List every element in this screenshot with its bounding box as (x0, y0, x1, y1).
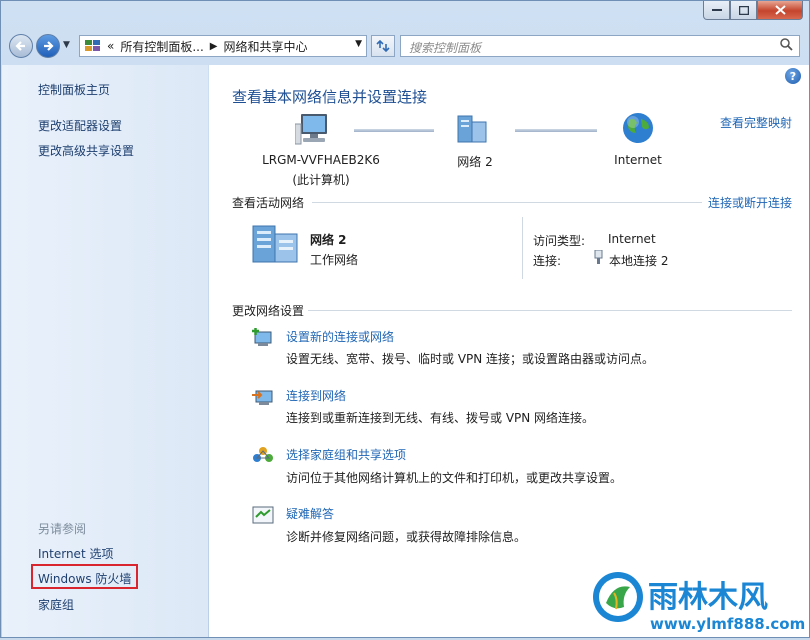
network-label: 网络 2 (457, 155, 493, 169)
back-arrow-icon (15, 41, 25, 51)
active-networks-heading: 查看活动网络 (232, 196, 305, 210)
local-connection-link[interactable]: 本地连接 2 (609, 252, 668, 269)
connection-line-1 (354, 129, 434, 132)
refresh-icon (376, 40, 390, 52)
homegroup-sharing-desc: 访问位于其他网络计算机上的文件和打印机，或更改共享设置。 (286, 471, 623, 485)
breadcrumb-network-sharing-center[interactable]: 网络和共享中心 (224, 38, 308, 55)
minimize-icon (711, 9, 722, 11)
watermark-logo: 雨林木风 www.ylmf888.com (592, 569, 807, 637)
network-building-icon (252, 225, 298, 263)
setup-connection-link[interactable]: 设置新的连接或网络 (286, 328, 394, 345)
search-input[interactable]: 搜索控制面板 (400, 35, 800, 57)
breadcrumb-overflow[interactable]: « (107, 39, 114, 53)
connect-to-network-link[interactable]: 连接到网络 (286, 387, 346, 404)
title-bar (1, 1, 809, 29)
active-networks-divider (312, 202, 702, 203)
change-settings-heading: 更改网络设置 (232, 304, 305, 318)
address-bar[interactable]: « 所有控制面板... ▶ 网络和共享中心 ▼ (79, 35, 367, 57)
sidebar-item-internet-options[interactable]: Internet 选项 (38, 545, 113, 562)
search-icon[interactable] (780, 38, 793, 55)
network-icon[interactable] (456, 114, 488, 144)
sidebar-item-advanced-sharing-settings[interactable]: 更改高级共享设置 (38, 142, 134, 159)
help-icon[interactable]: ? (785, 68, 801, 84)
network-location-link[interactable]: 工作网络 (310, 251, 358, 268)
network-sharing-center-window: ▼ « 所有控制面板... ▶ 网络和共享中心 ▼ 搜索控制面板 控制面板主页 … (0, 0, 810, 638)
connection-label: 连接: (533, 254, 562, 268)
computer-sublabel: (此计算机) (292, 173, 350, 187)
forward-arrow-icon (44, 41, 54, 51)
breadcrumb-all-control-panel[interactable]: 所有控制面板... (120, 38, 203, 55)
maximize-icon (738, 5, 749, 15)
close-button[interactable] (757, 1, 803, 20)
close-icon (774, 5, 786, 15)
view-full-map-link[interactable]: 查看完整映射 (720, 114, 792, 131)
access-type-value: Internet (608, 232, 656, 246)
forward-button[interactable] (36, 34, 60, 58)
internet-label: Internet (614, 153, 662, 167)
brand-logo-icon: 雨林木风 www.ylmf888.com (593, 572, 805, 633)
active-network-name: 网络 2 (310, 233, 347, 247)
control-panel-icon (85, 40, 100, 51)
minimize-button[interactable] (703, 1, 730, 20)
page-title: 查看基本网络信息并设置连接 (232, 88, 428, 106)
address-dropdown-icon[interactable]: ▼ (355, 39, 362, 49)
ethernet-plug-icon (594, 250, 603, 264)
svg-text:雨林木风: 雨林木风 (648, 580, 768, 615)
maximize-button[interactable] (730, 1, 757, 20)
back-button[interactable] (9, 34, 33, 58)
change-settings-divider (308, 310, 792, 311)
window-controls (703, 1, 803, 20)
refresh-button[interactable] (371, 35, 395, 57)
troubleshoot-link[interactable]: 疑难解答 (286, 505, 334, 522)
see-also-heading: 另请参阅 (38, 522, 87, 536)
internet-globe-icon[interactable] (621, 111, 655, 145)
connection-line-2 (515, 129, 597, 132)
troubleshoot-desc: 诊断并修复网络问题，或获得故障排除信息。 (286, 530, 527, 544)
sidebar-item-homegroup[interactable]: 家庭组 (38, 596, 74, 613)
connect-to-network-desc: 连接到或重新连接到无线、有线、拨号或 VPN 网络连接。 (286, 411, 595, 425)
svg-text:www.ylmf888.com: www.ylmf888.com (650, 615, 805, 633)
sidebar-item-change-adapter-settings[interactable]: 更改适配器设置 (38, 117, 122, 134)
main-content: ? 查看基本网络信息并设置连接 查看完整映射 LRGM-VVFHAEB2K6 (… (209, 65, 809, 637)
sidebar-item-control-panel-home[interactable]: 控制面板主页 (38, 81, 110, 98)
connect-network-icon (252, 390, 273, 405)
computer-name: LRGM-VVFHAEB2K6 (262, 153, 380, 167)
firewall-highlight-box (31, 564, 138, 589)
address-row: ▼ « 所有控制面板... ▶ 网络和共享中心 ▼ 搜索控制面板 (7, 32, 803, 62)
troubleshoot-icon (252, 506, 274, 524)
computer-icon[interactable] (295, 112, 331, 146)
breadcrumb-separator[interactable]: ▶ (210, 41, 218, 52)
access-type-label: 访问类型: (533, 234, 586, 248)
search-placeholder: 搜索控制面板 (409, 41, 482, 55)
setup-connection-desc: 设置无线、宽带、拨号、临时或 VPN 连接；或设置路由器或访问点。 (286, 352, 655, 366)
new-connection-icon (252, 328, 272, 346)
connect-disconnect-link[interactable]: 连接或断开连接 (708, 194, 792, 211)
sidebar: 控制面板主页 更改适配器设置 更改高级共享设置 另请参阅 Internet 选项… (2, 65, 208, 637)
homegroup-sharing-link[interactable]: 选择家庭组和共享选项 (286, 446, 406, 463)
active-networks-vdivider (522, 217, 523, 279)
homegroup-sharing-icon (253, 447, 273, 462)
recent-pages-dropdown[interactable]: ▼ (63, 40, 70, 50)
